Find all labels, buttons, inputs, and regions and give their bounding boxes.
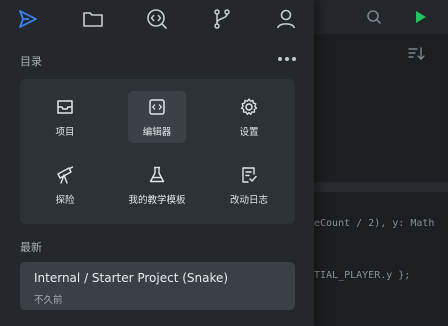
folder-icon[interactable] xyxy=(81,7,105,31)
tile-changelog[interactable]: 改动日志 xyxy=(220,159,278,211)
code-line: TIAL_PLAYER.y }; xyxy=(314,270,411,281)
editor-toolbar xyxy=(314,0,448,34)
directory-grid: 项目 编辑器 设置 探险 我的教学模板 改动日志 xyxy=(20,79,295,224)
tile-label: 项目 xyxy=(55,127,75,138)
tile-templates[interactable]: 我的教学模板 xyxy=(128,159,186,211)
recent-project-card[interactable]: Internal / Starter Project (Snake) 不久前 xyxy=(20,262,295,310)
navigation-panel: 目录 项目 编辑器 设置 探险 我的教学模板 改动日志 最新 Internal … xyxy=(0,0,314,326)
flask-icon xyxy=(147,165,167,185)
search-icon[interactable] xyxy=(366,9,382,29)
code-line: eCount / 2), y: Math xyxy=(314,218,435,229)
code-icon xyxy=(147,97,167,117)
run-icon[interactable] xyxy=(412,9,428,29)
tile-label: 探险 xyxy=(55,195,75,206)
tile-label: 我的教学模板 xyxy=(128,195,186,206)
panel-nav-bar xyxy=(0,0,314,38)
editor-highlight-band xyxy=(314,182,448,192)
send-icon[interactable] xyxy=(16,7,40,31)
more-horizontal-icon[interactable] xyxy=(276,57,296,63)
tile-explore[interactable]: 探险 xyxy=(36,159,94,211)
gear-icon xyxy=(239,97,259,117)
inbox-icon xyxy=(55,97,75,117)
tile-label: 改动日志 xyxy=(229,195,268,206)
tile-projects[interactable]: 项目 xyxy=(36,91,94,143)
tile-editor[interactable]: 编辑器 xyxy=(128,91,186,143)
search-code-icon[interactable] xyxy=(145,7,169,31)
recent-project-time: 不久前 xyxy=(34,295,63,306)
tile-settings[interactable]: 设置 xyxy=(220,91,278,143)
recent-heading: 最新 xyxy=(20,241,42,254)
recent-project-name: Internal / Starter Project (Snake) xyxy=(34,271,229,285)
directory-heading: 目录 xyxy=(20,55,42,68)
editor-area: eCount / 2), y: Math TIAL_PLAYER.y }; xyxy=(314,0,448,326)
tile-label: 编辑器 xyxy=(142,127,172,138)
sort-icon[interactable] xyxy=(408,46,426,66)
tile-label: 设置 xyxy=(239,127,259,138)
telescope-icon xyxy=(55,165,75,185)
user-icon[interactable] xyxy=(274,7,298,31)
changelog-icon xyxy=(239,165,259,185)
git-branch-icon[interactable] xyxy=(210,7,234,31)
